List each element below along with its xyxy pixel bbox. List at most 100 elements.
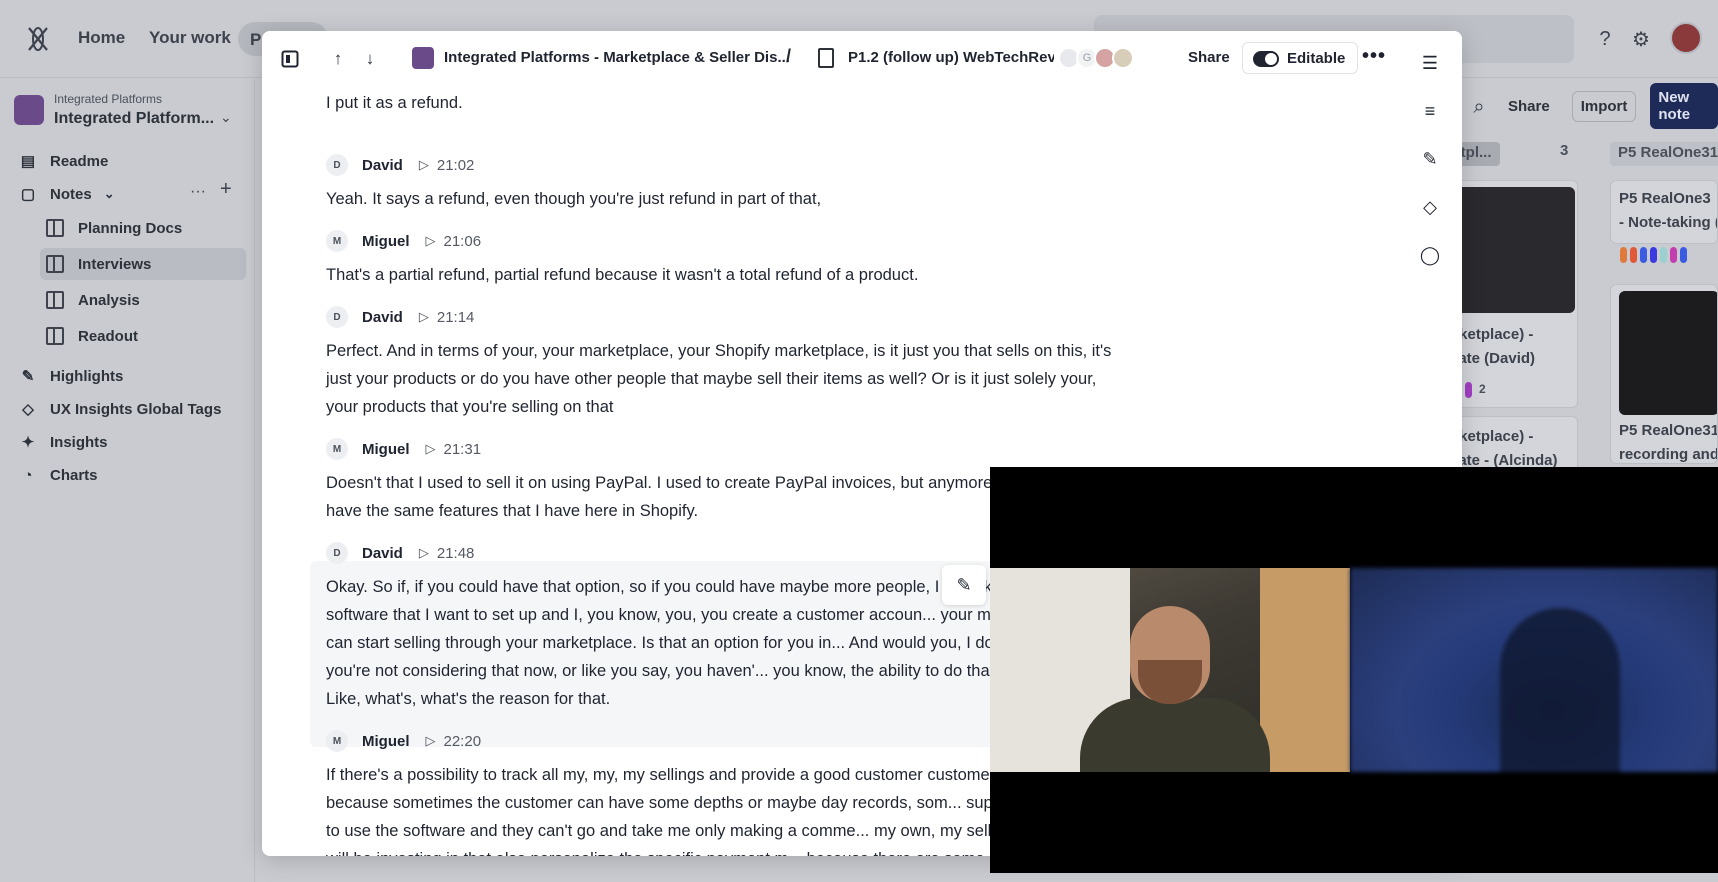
play-icon[interactable]: ▷ (426, 733, 436, 749)
help-icon[interactable]: ? (1592, 26, 1618, 52)
video-player[interactable] (990, 467, 1718, 873)
tag-icon[interactable]: ◇ (1416, 193, 1444, 221)
timestamp[interactable]: 22:20 (444, 733, 482, 750)
arrow-down-icon[interactable]: ↓ (356, 45, 384, 73)
speaker-name[interactable]: David (362, 157, 403, 174)
gear-icon[interactable]: ⚙ (1628, 26, 1654, 52)
timestamp[interactable]: 21:14 (437, 309, 475, 326)
sidebar-item-label: Charts (50, 466, 98, 484)
transcript-text[interactable]: I put it as a refund. (326, 89, 1116, 117)
sparkle-icon: ✦ (21, 434, 35, 451)
transcript-text[interactable]: Yeah. It says a refund, even though you'… (326, 185, 1116, 213)
comment-icon[interactable]: ◯ (1416, 241, 1444, 269)
speaker-name[interactable]: David (362, 545, 403, 562)
workspace-org: Integrated Platforms (54, 92, 163, 106)
sidebar-item-label: Planning Docs (78, 219, 183, 237)
timestamp[interactable]: 21:06 (444, 233, 482, 250)
speaker-name[interactable]: Miguel (362, 733, 410, 750)
nav-projects-label: P (250, 30, 262, 49)
sidebar-item-planning-docs[interactable]: Planning Docs (40, 212, 246, 244)
sidebar-item-readout[interactable]: Readout (40, 320, 246, 352)
workspace-name[interactable]: Integrated Platform... (54, 110, 214, 128)
tag-dots (1620, 247, 1687, 263)
editable-label: Editable (1287, 50, 1346, 67)
breadcrumb-document[interactable]: P1.2 (follow up) WebTechRevie (848, 49, 1054, 66)
app-logo-icon[interactable] (26, 26, 50, 52)
editable-toggle[interactable]: Editable (1242, 42, 1358, 74)
note-card[interactable]: P5 RealOne316 recording and t (1610, 284, 1718, 464)
transcript-text[interactable]: That's a partial refund, partial refund … (326, 261, 1116, 289)
timestamp[interactable]: 21:48 (437, 545, 475, 562)
play-icon[interactable]: ▷ (426, 441, 436, 457)
chevron-down-icon[interactable]: ⌄ (104, 186, 115, 202)
sidebar-item-label: Notes (50, 185, 92, 203)
board-icon (46, 219, 64, 237)
add-note-icon[interactable]: + (220, 178, 232, 201)
sidebar-item-notes[interactable]: ▢ Notes ⌄ (18, 181, 115, 207)
timestamp[interactable]: 21:02 (437, 157, 475, 174)
transcript-text[interactable]: Perfect. And in terms of your, your mark… (326, 337, 1116, 421)
timestamp[interactable]: 21:31 (444, 441, 482, 458)
column-title[interactable]: P5 RealOne316 (1610, 142, 1718, 166)
play-icon[interactable]: ▷ (426, 233, 436, 249)
tag-icon: ◇ (22, 401, 34, 418)
speaker-avatar: D (326, 542, 348, 564)
user-avatar[interactable] (1670, 22, 1702, 54)
breadcrumb-separator: / (786, 46, 792, 66)
arrow-up-icon[interactable]: ↑ (324, 45, 352, 73)
document-icon: ▢ (20, 186, 36, 203)
board-icon (46, 327, 64, 345)
speaker-name[interactable]: Miguel (362, 233, 410, 250)
sidebar-item-label: Highlights (50, 367, 124, 385)
play-icon[interactable]: ▷ (419, 545, 429, 561)
highlighter-icon[interactable]: ✎ (1416, 145, 1444, 173)
speaker-name[interactable]: Miguel (362, 441, 410, 458)
card-badge: 2 (1479, 382, 1486, 396)
sidebar-item-readme[interactable]: ▤ Readme (18, 148, 108, 174)
highlighter-icon: ✎ (21, 368, 35, 385)
book-icon: ▤ (20, 153, 36, 170)
sidebar-item-label: Interviews (78, 255, 152, 273)
nav-your-work[interactable]: Your work (149, 28, 231, 48)
board-toolbar: Share Import New note (1500, 83, 1718, 129)
play-icon[interactable]: ▷ (419, 309, 429, 325)
video-background (1260, 568, 1350, 772)
participant-video-blurred (1350, 568, 1718, 772)
play-icon[interactable]: ▷ (419, 157, 429, 173)
more-options-icon[interactable]: ••• (1362, 45, 1386, 68)
sidebar-item-analysis[interactable]: Analysis (40, 284, 246, 316)
presence-avatars[interactable]: G (1058, 47, 1134, 69)
sidebar-item-charts[interactable]: ◔ Charts (18, 462, 98, 488)
speaker-avatar: M (326, 230, 348, 252)
toggle-switch[interactable] (1253, 51, 1279, 67)
nav-home[interactable]: Home (78, 28, 125, 48)
search-icon[interactable]: ⌕ (1466, 94, 1492, 120)
chevron-down-icon[interactable]: ⌄ (220, 109, 232, 126)
notes-more-icon[interactable]: ··· (190, 183, 206, 201)
avatar (1112, 47, 1134, 69)
workspace-avatar[interactable] (14, 95, 44, 125)
board-share-button[interactable]: Share (1500, 92, 1558, 121)
share-button[interactable]: Share (1188, 49, 1230, 66)
list-icon[interactable]: ≡ (1416, 97, 1444, 125)
sidebar-toggle-icon[interactable] (276, 45, 304, 73)
sidebar-item-interviews[interactable]: Interviews (40, 248, 246, 280)
sidebar-item-global-tags[interactable]: ◇ UX Insights Global Tags (18, 396, 221, 422)
project-avatar (412, 47, 434, 69)
sidebar-item-insights[interactable]: ✦ Insights (18, 429, 108, 455)
document-icon (818, 48, 834, 68)
speaker-row: M Miguel ▷ 21:31 (326, 437, 481, 461)
speaker-row: D David ▷ 21:14 (326, 305, 474, 329)
speaker-name[interactable]: David (362, 309, 403, 326)
sidebar-item-highlights[interactable]: ✎ Highlights (18, 363, 124, 389)
board-icon (46, 255, 64, 273)
outline-icon[interactable]: ☰ (1416, 49, 1444, 77)
column-count: 3 (1560, 142, 1569, 159)
edit-segment-button[interactable]: ✎ (942, 565, 986, 605)
import-button[interactable]: Import (1571, 90, 1637, 122)
note-card[interactable]: P5 RealOne3 - Note-taking ( (1610, 180, 1718, 244)
new-note-button[interactable]: New note (1650, 83, 1718, 129)
participant-figure (1080, 698, 1270, 772)
breadcrumb-project[interactable]: Integrated Platforms - Marketplace & Sel… (444, 49, 790, 66)
modal-header: ↑ ↓ Integrated Platforms - Marketplace &… (262, 31, 1398, 87)
